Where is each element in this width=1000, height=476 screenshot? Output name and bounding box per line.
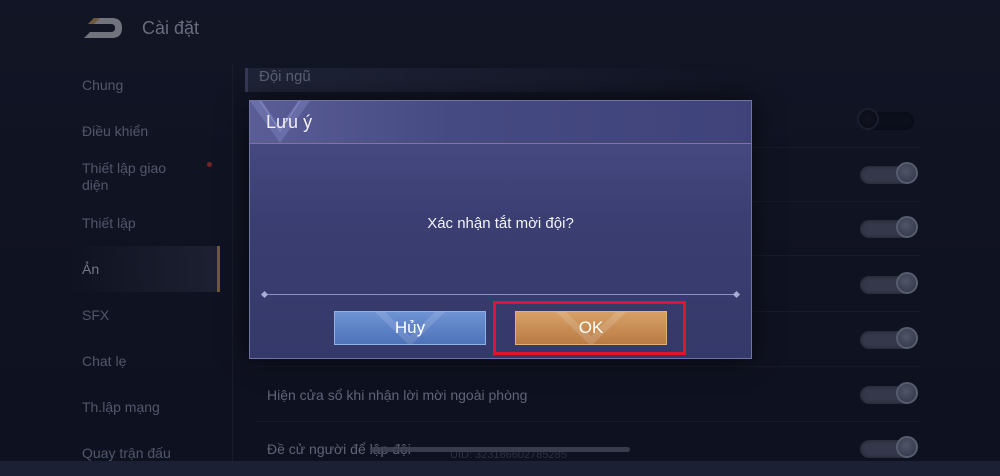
cancel-button-label: Hủy — [394, 318, 426, 337]
dialog-divider — [264, 294, 737, 295]
cancel-button[interactable]: Hủy — [334, 311, 486, 345]
dialog-title: Lưu ý — [266, 112, 313, 132]
dialog-header: Lưu ý — [250, 101, 751, 144]
ok-button-highlight — [493, 301, 686, 355]
dialog-message: Xác nhận tắt mời đội? — [427, 215, 574, 232]
